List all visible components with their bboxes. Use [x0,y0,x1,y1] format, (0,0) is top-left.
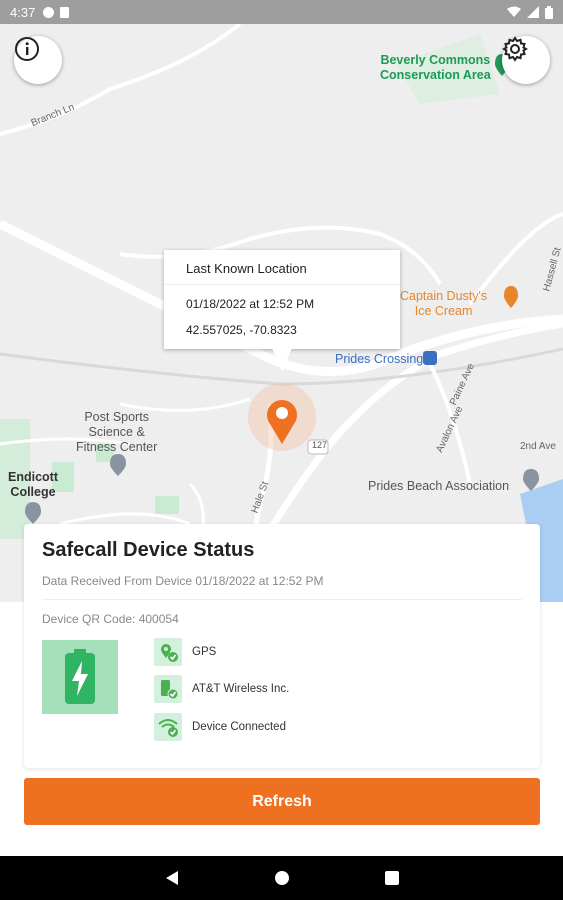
status-row-connection: Device Connected [154,713,286,741]
status-system-icons [507,5,553,19]
wifi-icon [507,6,521,17]
info-button[interactable] [14,36,62,84]
home-icon[interactable] [274,870,290,886]
status-row-gps: GPS [154,638,216,666]
battery-icon [545,5,553,19]
signal-icon [527,6,539,18]
card-title: Safecall Device Status [42,539,255,561]
popup-coordinates: 42.557025, -70.8323 [186,323,297,337]
gear-icon [502,36,528,62]
popup-datetime: 01/18/2022 at 12:52 PM [186,297,315,311]
data-received-text: Data Received From Device 01/18/2022 at … [42,574,324,588]
safecall-screen: 4:37 Beverly Commons Conservation Area C… [0,0,563,900]
popup-divider [164,284,400,285]
last-location-popup[interactable]: Last Known Location 01/18/2022 at 12:52 … [164,250,400,349]
status-bar: 4:37 [0,0,563,24]
popup-title: Last Known Location [186,261,307,276]
poi-endicott-college[interactable]: Endicott College [8,470,58,500]
gps-check-icon [154,638,182,666]
notification-icon [43,6,55,18]
info-icon [15,37,39,61]
poi-prides-crossing[interactable]: Prides Crossing [335,352,423,366]
sim-card-icon [60,6,70,18]
status-label-connection: Device Connected [192,721,286,733]
poi-prides-beach[interactable]: Prides Beach Association [368,479,509,494]
carrier-check-icon [154,675,182,703]
system-nav-bar [0,856,563,900]
road-label-route-127: 127 [312,440,328,450]
status-label-gps: GPS [192,646,217,658]
status-notification-icons [43,6,70,18]
poi-captain-dustys[interactable]: Captain Dusty's Ice Cream [400,289,487,319]
card-divider [42,599,522,600]
status-label-carrier: AT&T Wireless Inc. [192,683,290,695]
popup-pointer [272,348,292,372]
poi-post-sports[interactable]: Post Sports Science & Fitness Center [76,410,157,455]
settings-button[interactable] [502,36,550,84]
status-time: 4:37 [10,4,36,20]
device-qr-code: Device QR Code: 400054 [42,612,179,626]
battery-status [42,640,118,714]
refresh-button[interactable]: Refresh [24,778,540,825]
battery-charging-icon [65,649,95,704]
recents-icon[interactable] [384,871,399,885]
road-label-2nd-ave: 2nd Ave [520,441,556,452]
wifi-check-icon [154,713,182,741]
status-row-carrier: AT&T Wireless Inc. [154,675,289,703]
poi-beverly-commons[interactable]: Beverly Commons Conservation Area [380,53,491,83]
back-icon[interactable] [165,870,179,886]
device-status-card: Safecall Device Status Data Received Fro… [24,524,540,768]
